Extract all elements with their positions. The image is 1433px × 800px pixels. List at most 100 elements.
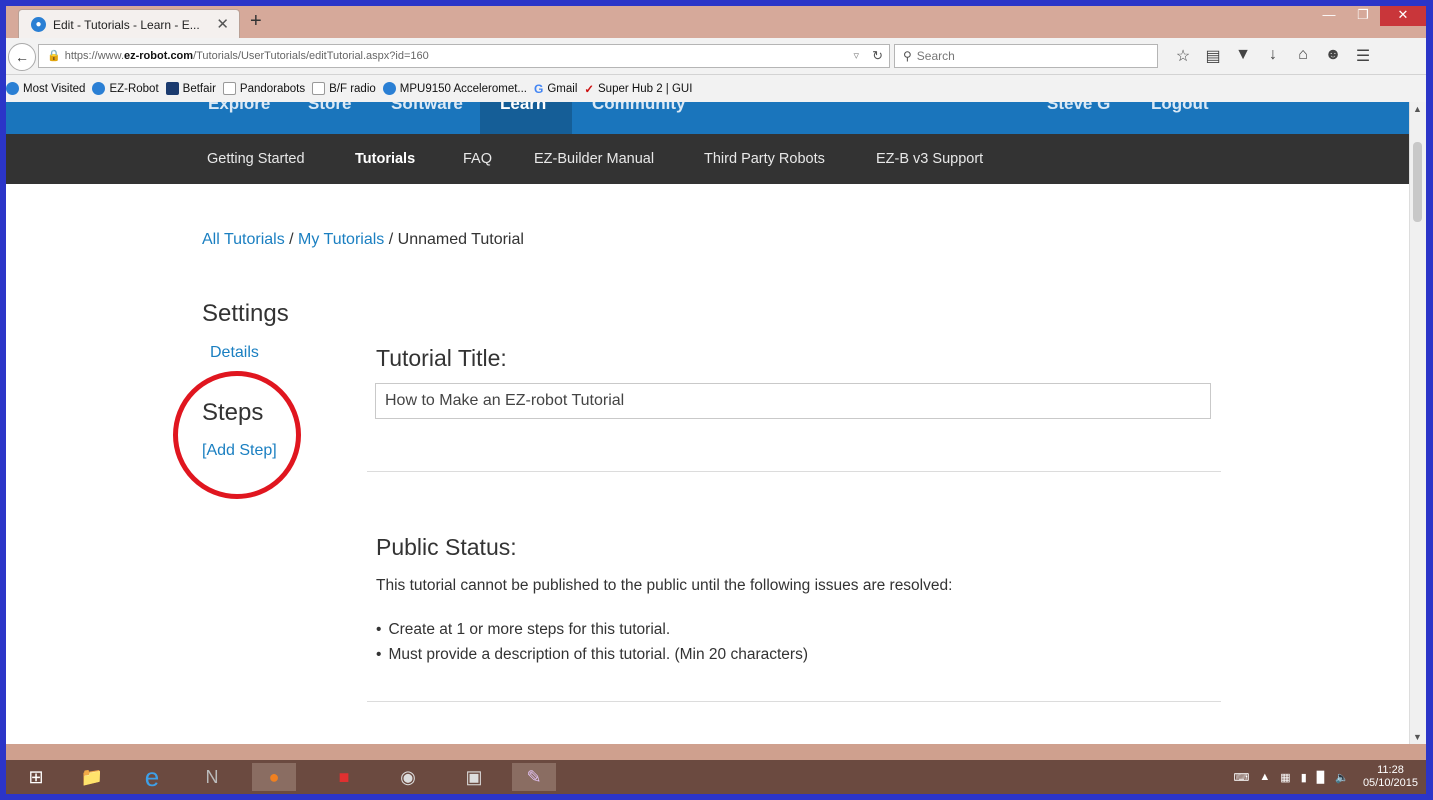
bookmark-label: Betfair (182, 82, 216, 95)
breadcrumb-separator: / (284, 231, 299, 248)
page-icon (222, 82, 236, 95)
nav-learn[interactable]: Learn (500, 102, 546, 114)
bookmark-star-icon[interactable]: ☆ (1168, 46, 1198, 66)
breadcrumb-current: Unnamed Tutorial (397, 231, 524, 248)
ez-robot-icon (382, 82, 396, 95)
app-nd-icon[interactable]: N (190, 763, 234, 791)
pocket-icon[interactable]: ▼ (1228, 46, 1258, 66)
scrollbar-thumb[interactable] (1413, 142, 1422, 222)
breadcrumb: All Tutorials / My Tutorials / Unnamed T… (202, 231, 524, 249)
windows-start-icon[interactable]: ⊞ (14, 763, 58, 791)
nav-community[interactable]: Community (592, 102, 686, 114)
bookmark-label: Super Hub 2 | GUI (598, 82, 693, 95)
bookmark-most-visited[interactable]: Most Visited (6, 82, 85, 95)
keyboard-icon[interactable]: ⌨ (1234, 771, 1250, 784)
volume-icon[interactable]: 🔈 (1335, 771, 1349, 784)
bookmark-label: EZ-Robot (109, 82, 159, 95)
search-box[interactable]: ⚲ Search (894, 44, 1158, 68)
system-tray: ⌨ ▲ ▦ ▮ ▉ 🔈 11:28 05/10/2015 (1224, 764, 1418, 790)
url-dropdown-icon[interactable]: ▿ (853, 45, 859, 67)
bookmark-gmail[interactable]: G Gmail (534, 82, 577, 96)
firefox-icon[interactable]: ● (252, 763, 296, 791)
scroll-down-icon[interactable]: ▼ (1413, 732, 1422, 742)
checkmark-icon: ✓ (584, 83, 595, 96)
menu-icon[interactable]: ☰ (1348, 46, 1378, 66)
details-link[interactable]: Details (210, 344, 259, 362)
minimize-icon[interactable]: — (1312, 6, 1346, 26)
browser-tab[interactable]: ● Edit - Tutorials - Learn - E... ✕ (18, 9, 240, 39)
logout-link[interactable]: Logout (1151, 102, 1209, 114)
file-explorer-icon[interactable]: 📁 (70, 763, 114, 791)
back-arrow-icon[interactable]: ← (8, 43, 36, 71)
subnav-ezb-v3-support[interactable]: EZ-B v3 Support (876, 151, 983, 167)
chat-icon[interactable]: ☻ (1318, 46, 1348, 66)
bookmark-label: B/F radio (329, 82, 376, 95)
red-annotation-circle (173, 371, 301, 499)
bookmark-betfair[interactable]: Betfair (165, 82, 216, 95)
signal-icon[interactable]: ▉ (1317, 771, 1325, 784)
bookmark-folder-icon (6, 82, 19, 95)
internet-explorer-icon[interactable]: e (130, 762, 174, 792)
address-bar[interactable]: 🔒 https://www.ez-robot.com/Tutorials/User… (38, 44, 890, 68)
settings-heading: Settings (202, 300, 289, 327)
subnav-ez-builder-manual[interactable]: EZ-Builder Manual (534, 151, 654, 167)
tray-expand-icon[interactable]: ▲ (1259, 771, 1270, 783)
home-icon[interactable]: ⌂ (1288, 46, 1318, 66)
divider (367, 471, 1221, 472)
subnav-tutorials[interactable]: Tutorials (355, 151, 415, 167)
bookmark-pandorabots[interactable]: Pandorabots (222, 82, 305, 95)
divider (367, 701, 1221, 702)
close-window-icon[interactable]: ✕ (1380, 6, 1426, 26)
toolbar-icons: ☆ ▤ ▼ ↓ ⌂ ☻ ☰ (1168, 46, 1378, 66)
nav-software[interactable]: Software (391, 102, 463, 114)
action-center-icon[interactable]: ▦ (1280, 771, 1290, 784)
user-name[interactable]: Steve G (1047, 102, 1110, 114)
scroll-up-icon[interactable]: ▲ (1413, 104, 1422, 114)
restore-icon[interactable]: ❐ (1346, 6, 1380, 26)
betfair-icon (165, 82, 179, 95)
page-content: All Tutorials / My Tutorials / Unnamed T… (6, 184, 1410, 744)
reload-icon[interactable]: ↻ (872, 45, 883, 67)
remote-app-icon[interactable]: ▣ (452, 763, 496, 791)
bookmark-super-hub[interactable]: ✓ Super Hub 2 | GUI (584, 82, 692, 96)
page-icon (312, 82, 326, 95)
bookmark-bf-radio[interactable]: B/F radio (312, 82, 376, 95)
tutorial-title-input[interactable] (375, 383, 1211, 419)
nav-store[interactable]: Store (308, 102, 351, 114)
bookmark-label: Most Visited (23, 82, 86, 95)
bookmark-ez-robot[interactable]: EZ-Robot (92, 82, 159, 95)
ez-robot-icon (92, 82, 106, 95)
public-status-label: Public Status: (376, 534, 517, 560)
url-domain: ez-robot.com (124, 50, 194, 62)
download-icon[interactable]: ↓ (1258, 46, 1288, 66)
window-controls: — ❐ ✕ (1312, 6, 1426, 26)
subnav-third-party-robots[interactable]: Third Party Robots (704, 151, 825, 167)
headphones-app-icon[interactable]: ■ (322, 763, 366, 791)
site-top-nav: Explore Store Software Learn Community S… (6, 102, 1410, 134)
bookmark-label: Gmail (547, 82, 578, 95)
webcam-app-icon[interactable]: ◉ (386, 763, 430, 791)
tutorial-title-label: Tutorial Title: (376, 345, 507, 371)
title-bar: ● Edit - Tutorials - Learn - E... ✕ + — … (6, 6, 1426, 39)
battery-icon[interactable]: ▮ (1301, 771, 1307, 784)
list-item: Create at 1 or more steps for this tutor… (376, 621, 808, 646)
vertical-scrollbar[interactable]: ▲ ▼ (1409, 102, 1426, 744)
close-tab-icon[interactable]: ✕ (216, 15, 229, 33)
subnav-getting-started[interactable]: Getting Started (207, 151, 305, 167)
paint-icon[interactable]: ✎ (512, 763, 556, 791)
navigation-toolbar: ← 🔒 https://www.ez-robot.com/Tutorials/Us… (6, 38, 1426, 75)
google-icon: G (534, 81, 544, 96)
clock[interactable]: 11:28 05/10/2015 (1363, 764, 1418, 790)
breadcrumb-my-tutorials[interactable]: My Tutorials (298, 231, 384, 248)
reading-list-icon[interactable]: ▤ (1198, 46, 1228, 66)
ez-robot-favicon-icon: ● (31, 17, 46, 32)
new-tab-icon[interactable]: + (250, 10, 262, 33)
lock-icon: 🔒 (47, 50, 61, 62)
subnav-faq[interactable]: FAQ (463, 151, 492, 167)
bookmark-mpu9150[interactable]: MPU9150 Acceleromet... (382, 82, 527, 95)
tab-title: Edit - Tutorials - Learn - E... (53, 17, 200, 32)
windows-taskbar: ⊞ 📁 e N ● ■ ◉ ▣ ✎ ⌨ ▲ ▦ ▮ ▉ 🔈 11:28 05/1… (6, 760, 1426, 794)
breadcrumb-all-tutorials[interactable]: All Tutorials (202, 231, 285, 248)
url-path: /Tutorials/UserTutorials/editTutorial.as… (193, 50, 429, 62)
nav-explore[interactable]: Explore (208, 102, 270, 114)
